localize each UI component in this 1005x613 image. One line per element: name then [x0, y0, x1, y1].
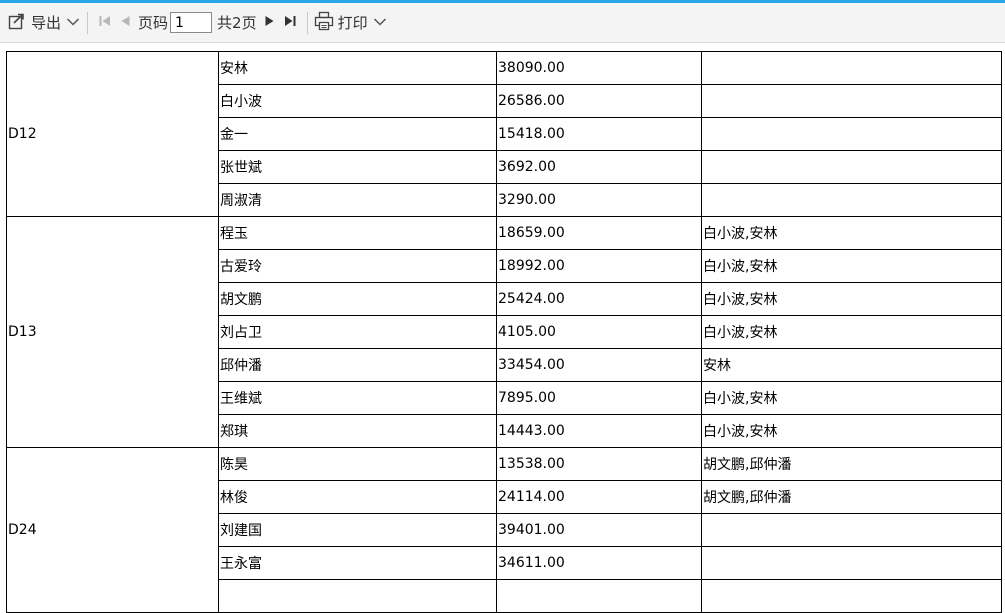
export-button[interactable]: 导出 [8, 9, 80, 37]
name-cell: 刘占卫 [218, 315, 497, 349]
name-cell: 胡文鹏 [218, 282, 497, 316]
related-cell [701, 51, 1002, 85]
related-cell [701, 546, 1002, 580]
name-cell: 白小波 [218, 84, 497, 118]
related-cell [701, 84, 1002, 118]
table-row: D24 陈昊 13538.00 胡文鹏,邱仲潘 [6, 447, 1002, 613]
amount-cell: 14443.00 [496, 414, 702, 448]
related-cell: 胡文鹏,邱仲潘 [701, 447, 1002, 481]
print-label: 打印 [337, 14, 368, 32]
amount-cell: 38090.00 [496, 51, 702, 85]
last-page-icon[interactable] [283, 14, 297, 32]
related-cell [701, 579, 1002, 613]
print-button[interactable]: 打印 [314, 9, 387, 37]
name-cell: 邱仲潘 [218, 348, 497, 382]
total-pages-label: 共2页 [217, 14, 257, 32]
amount-cell: 18659.00 [496, 216, 702, 250]
amount-cell [496, 579, 702, 613]
page-number-input[interactable] [170, 12, 213, 33]
name-cell: 王维斌 [218, 381, 497, 415]
related-cell: 白小波,安林 [701, 216, 1002, 250]
amount-cell: 13538.00 [496, 447, 702, 481]
chevron-down-icon [373, 15, 387, 31]
report-table: D12 安林 38090.00 白小波 26586.00 金一 15418.00… [6, 51, 1002, 613]
name-cell [218, 579, 497, 613]
page-number-label: 页码 [138, 14, 169, 32]
amount-cell: 18992.00 [496, 249, 702, 283]
amount-cell: 7895.00 [496, 381, 702, 415]
next-page-icon[interactable] [264, 14, 276, 32]
amount-cell: 33454.00 [496, 348, 702, 382]
related-cell: 白小波,安林 [701, 249, 1002, 283]
name-cell: 陈昊 [218, 447, 497, 481]
related-cell: 白小波,安林 [701, 282, 1002, 316]
related-cell: 白小波,安林 [701, 414, 1002, 448]
related-cell [701, 150, 1002, 184]
previous-page-icon[interactable] [119, 14, 131, 32]
table-row: D12 安林 38090.00 [6, 51, 1002, 217]
toolbar-separator [87, 11, 89, 34]
name-cell: 程玉 [218, 216, 497, 250]
name-cell: 郑琪 [218, 414, 497, 448]
name-cell: 金一 [218, 117, 497, 151]
export-label: 导出 [31, 14, 62, 32]
related-cell [701, 183, 1002, 217]
printer-icon [314, 11, 334, 35]
related-cell: 白小波,安林 [701, 315, 1002, 349]
name-cell: 古爱玲 [218, 249, 497, 283]
group-code-cell: D13 [6, 216, 219, 448]
first-page-icon[interactable] [98, 14, 112, 32]
related-cell: 安林 [701, 348, 1002, 382]
group-code-cell: D12 [6, 51, 219, 217]
related-cell [701, 513, 1002, 547]
related-cell: 胡文鹏,邱仲潘 [701, 480, 1002, 514]
name-cell: 刘建国 [218, 513, 497, 547]
amount-cell: 3692.00 [496, 150, 702, 184]
amount-cell: 25424.00 [496, 282, 702, 316]
related-cell [701, 117, 1002, 151]
name-cell: 林俊 [218, 480, 497, 514]
report-toolbar: 导出 页码 共2页 [0, 3, 1005, 43]
toolbar-separator [306, 11, 308, 34]
amount-cell: 4105.00 [496, 315, 702, 349]
name-cell: 安林 [218, 51, 497, 85]
related-cell: 白小波,安林 [701, 381, 1002, 415]
amount-cell: 24114.00 [496, 480, 702, 514]
amount-cell: 15418.00 [496, 117, 702, 151]
export-icon [8, 12, 26, 34]
chevron-down-icon [66, 15, 80, 31]
amount-cell: 26586.00 [496, 84, 702, 118]
name-cell: 张世斌 [218, 150, 497, 184]
amount-cell: 39401.00 [496, 513, 702, 547]
amount-cell: 34611.00 [496, 546, 702, 580]
table-row: D13 程玉 18659.00 白小波,安林 [6, 216, 1002, 448]
amount-cell: 3290.00 [496, 183, 702, 217]
name-cell: 王永富 [218, 546, 497, 580]
name-cell: 周淑清 [218, 183, 497, 217]
